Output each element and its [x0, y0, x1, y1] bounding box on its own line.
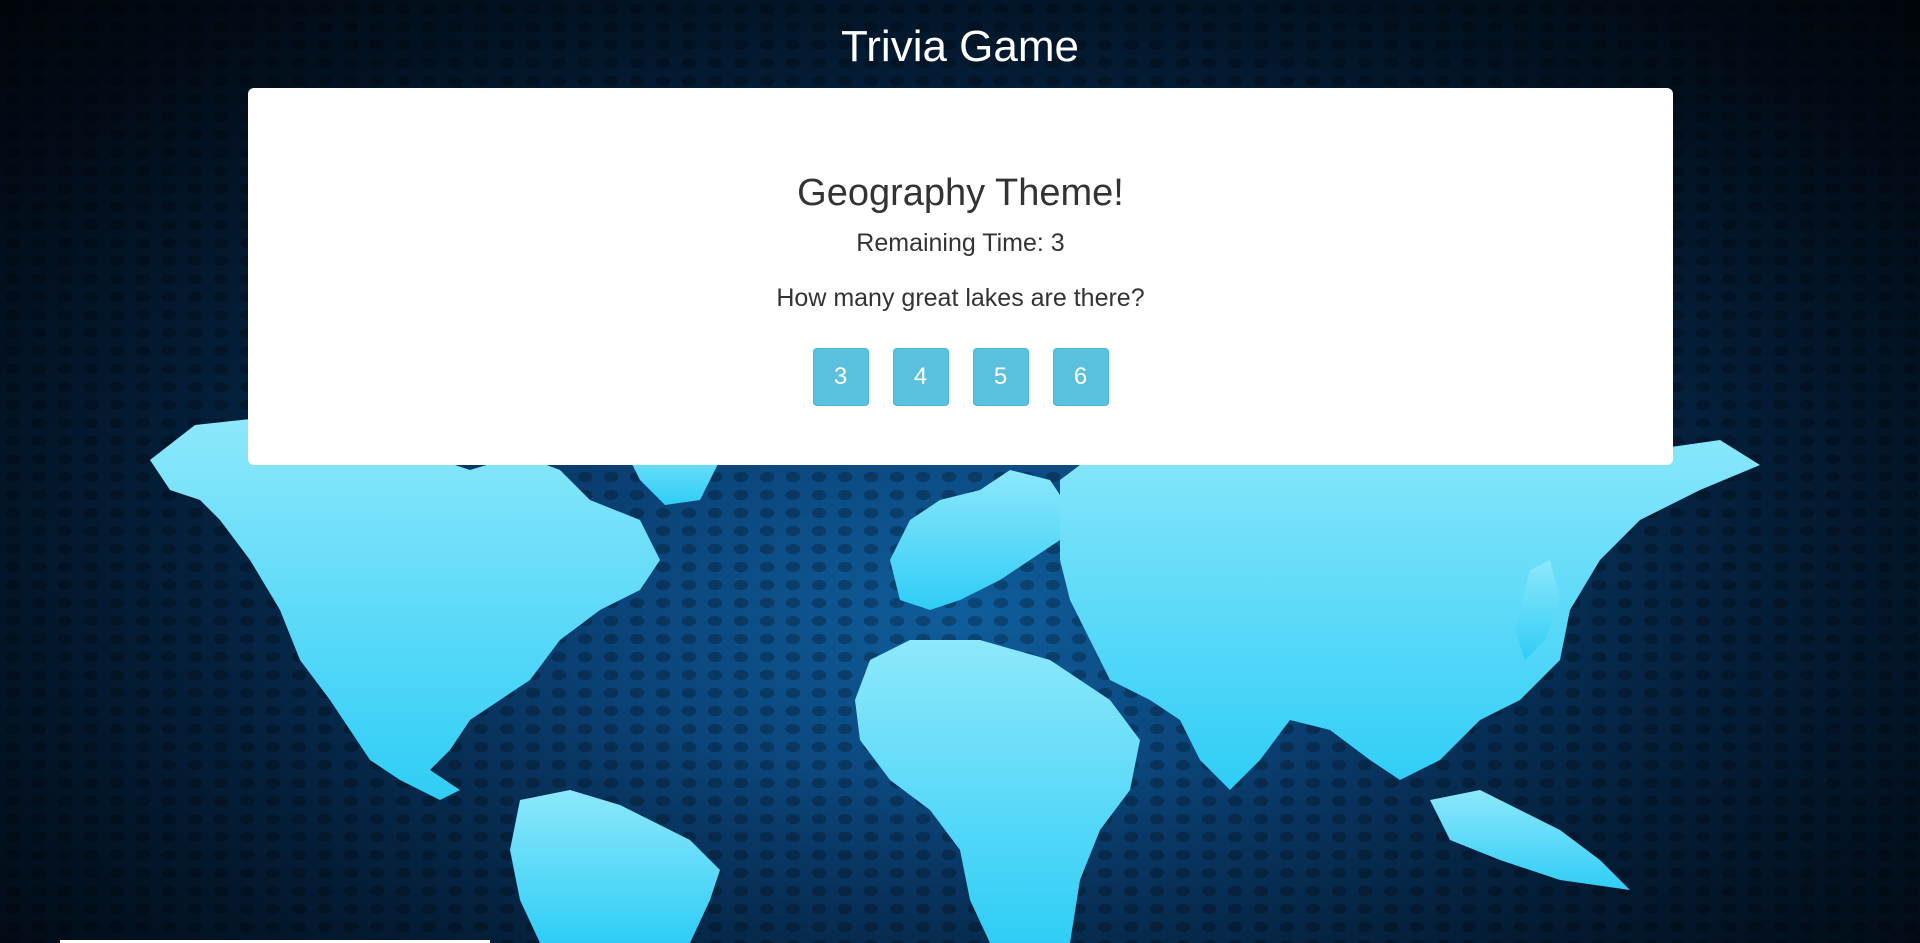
question-text: How many great lakes are there?: [776, 284, 1145, 312]
north-america-shape: [150, 418, 660, 800]
asia-shape: [1060, 420, 1760, 790]
answer-button-4[interactable]: 6: [1052, 348, 1109, 406]
answer-button-3[interactable]: 5: [972, 348, 1029, 406]
europe-shape: [890, 470, 1070, 610]
answer-button-1[interactable]: 3: [812, 348, 869, 406]
theme-heading: Geography Theme!: [797, 172, 1124, 214]
answer-button-2[interactable]: 4: [892, 348, 949, 406]
africa-shape: [855, 640, 1140, 943]
south-america-shape: [510, 790, 720, 943]
answer-options: 3 4 5 6: [248, 348, 1673, 406]
remaining-time: Remaining Time: 3: [856, 229, 1065, 257]
page-title: Trivia Game: [841, 22, 1079, 71]
game-card: Geography Theme! Remaining Time: 3 How m…: [248, 88, 1673, 465]
southeast-asia-islands-shape: [1430, 790, 1630, 890]
